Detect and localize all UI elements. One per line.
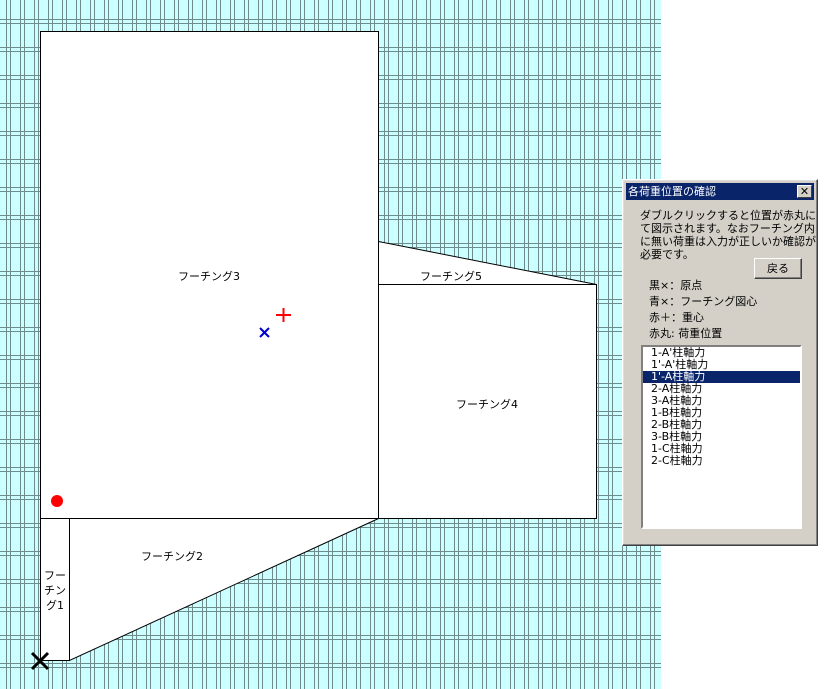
- back-button[interactable]: 戻る: [754, 258, 802, 279]
- close-button[interactable]: ✕: [797, 185, 812, 198]
- legend-red-circle: 赤丸: 荷重位置: [649, 327, 723, 340]
- load-listbox[interactable]: 1-A'柱軸力 1'-A'柱軸力 1'-A柱軸力 2-A柱軸力 3-A柱軸力 1-B柱軸力…: [641, 345, 802, 529]
- footing-2-shape: [69, 518, 379, 662]
- legend-black-x: 黒×：原点: [649, 279, 703, 292]
- footing-1-label: フーチング1: [44, 569, 66, 612]
- footing-5-label: フーチング5: [420, 270, 482, 283]
- load-position-circle-icon: [51, 495, 63, 507]
- footing-4-label: フーチング4: [456, 398, 518, 411]
- dialog-title: 各荷重位置の確認: [628, 185, 716, 198]
- dialog-titlebar[interactable]: 各荷重位置の確認 ✕: [626, 183, 814, 200]
- footing-5-shape: [378, 240, 597, 285]
- plan-canvas: フーチング3 フーチング5 フーチング4 フーチング2 フーチング1: [0, 0, 661, 689]
- footing-3-label: フーチング3: [178, 270, 240, 283]
- close-icon: ✕: [799, 185, 810, 198]
- footing-2-label: フーチング2: [141, 550, 203, 563]
- legend-red-plus: 赤＋：重心: [649, 311, 704, 324]
- load-position-dialog: 各荷重位置の確認 ✕ ダブルクリックすると位置が赤丸にて図示されます。なおフーチ…: [622, 179, 818, 546]
- dialog-description: ダブルクリックすると位置が赤丸にて図示されます。なおフーチング内に無い荷重は入力…: [640, 209, 816, 261]
- list-item[interactable]: 2-C柱軸力: [643, 455, 800, 467]
- footing-plan: [30, 31, 597, 671]
- legend-blue-x: 青×：フーチング図心: [649, 295, 758, 308]
